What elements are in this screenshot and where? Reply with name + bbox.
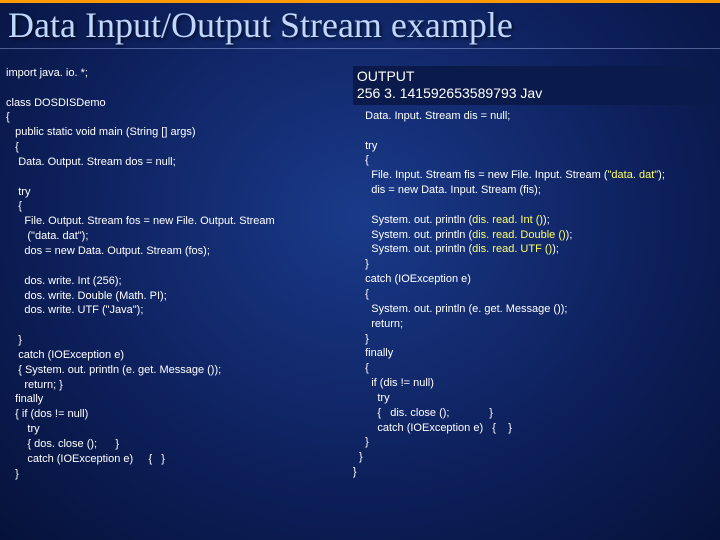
line: import java. io. *; xyxy=(6,67,88,79)
line: return; xyxy=(353,318,403,330)
line: finally xyxy=(353,347,393,359)
line: } xyxy=(353,436,369,448)
highlight: dis. read. UTF () xyxy=(472,243,552,255)
output-line: 256 3. 141592653589793 Jav xyxy=(357,85,542,101)
line: { System. out. println (e. get. Message … xyxy=(6,364,221,376)
output-box: OUTPUT 256 3. 141592653589793 Jav xyxy=(353,66,714,105)
line: } xyxy=(353,451,363,463)
output-label: OUTPUT xyxy=(357,68,415,84)
line: ); xyxy=(566,229,573,241)
accent-bar xyxy=(0,0,720,3)
line: System. out. println ( xyxy=(353,229,472,241)
line: Data. Output. Stream dos = null; xyxy=(6,156,176,168)
line: public static void main (String [] args) xyxy=(6,126,196,138)
line: { xyxy=(353,362,369,374)
line: { dos. close (); } xyxy=(6,438,119,450)
line: ); xyxy=(552,243,559,255)
line: } xyxy=(353,333,369,345)
line: catch (IOException e) xyxy=(353,273,471,285)
line: { xyxy=(6,141,19,153)
line: { xyxy=(6,111,10,123)
code-left: import java. io. *; class DOSDISDemo { p… xyxy=(6,51,353,537)
line: try xyxy=(353,140,377,152)
line: } xyxy=(353,258,369,270)
line: dos = new Data. Output. Stream (fos); xyxy=(6,245,210,257)
line: try xyxy=(6,423,40,435)
line: try xyxy=(6,186,30,198)
line: { xyxy=(353,154,369,166)
line: ); xyxy=(658,169,665,181)
line: catch (IOException e) { } xyxy=(353,422,512,434)
line: } xyxy=(6,334,22,346)
line: } xyxy=(353,466,357,478)
line: { xyxy=(353,288,369,300)
line: { xyxy=(6,200,22,212)
highlight: dis. read. Int () xyxy=(472,214,543,226)
line: ("data. dat"); xyxy=(6,230,88,242)
highlight: "data. dat" xyxy=(608,169,659,181)
line: finally xyxy=(6,393,43,405)
line: return; } xyxy=(6,379,63,391)
line: { if (dos != null) xyxy=(6,408,88,420)
line: catch (IOException e) xyxy=(6,349,124,361)
columns: import java. io. *; class DOSDISDemo { p… xyxy=(0,51,720,540)
line: if (dis != null) xyxy=(353,377,434,389)
highlight: dis. read. Double () xyxy=(472,229,566,241)
line: File. Output. Stream fos = new File. Out… xyxy=(6,215,275,227)
line: dos. write. Double (Math. PI); xyxy=(6,290,167,302)
line: { dis. close (); } xyxy=(353,407,493,419)
line: ); xyxy=(543,214,550,226)
line: try xyxy=(353,392,390,404)
code-right: OUTPUT 256 3. 141592653589793 Jav Data. … xyxy=(353,51,714,537)
line: System. out. println ( xyxy=(353,243,472,255)
line: dos. write. UTF ("Java"); xyxy=(6,304,143,316)
line: System. out. println ( xyxy=(353,214,472,226)
line: System. out. println (e. get. Message ()… xyxy=(353,303,568,315)
line: dos. write. Int (256); xyxy=(6,275,122,287)
line: File. Input. Stream fis = new File. Inpu… xyxy=(353,169,608,181)
line: class DOSDISDemo xyxy=(6,97,106,109)
slide-title: Data Input/Output Stream example xyxy=(0,0,720,49)
line: Data. Input. Stream dis = null; xyxy=(353,110,510,122)
line: dis = new Data. Input. Stream (fis); xyxy=(353,184,541,196)
line: } xyxy=(6,468,19,480)
line: catch (IOException e) { } xyxy=(6,453,165,465)
